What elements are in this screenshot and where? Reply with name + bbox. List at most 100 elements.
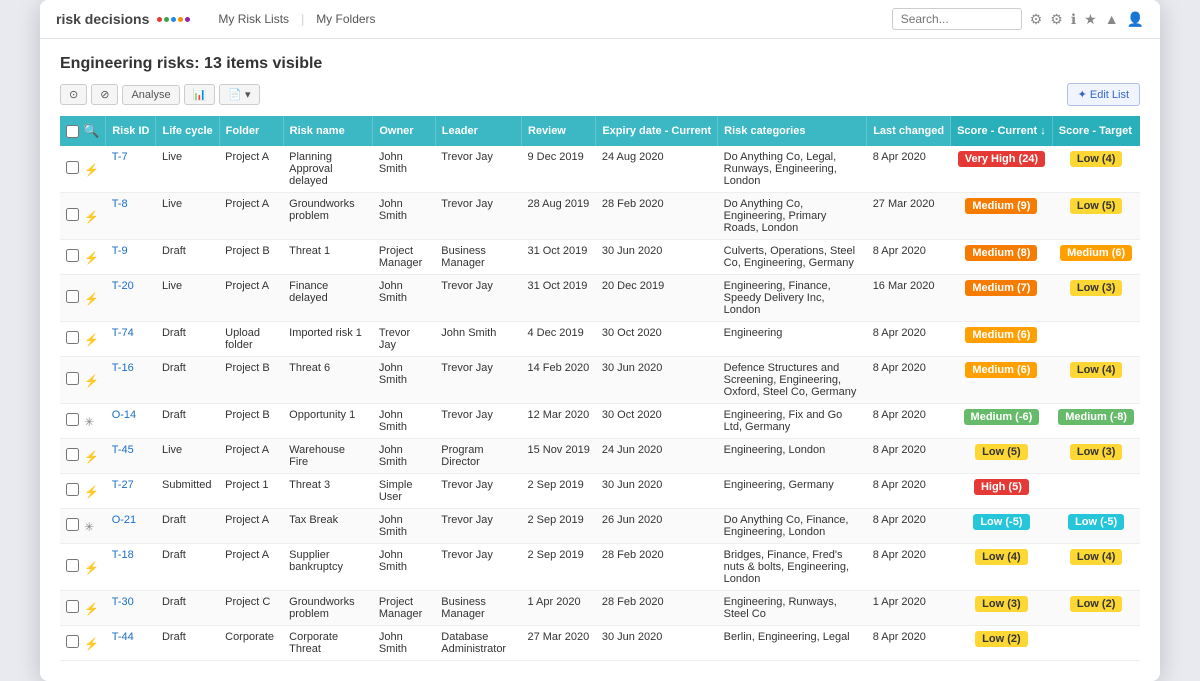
star-icon[interactable]: ★ bbox=[1084, 11, 1097, 28]
row-checkbox[interactable] bbox=[66, 249, 79, 262]
nav-my-folders[interactable]: My Folders bbox=[316, 12, 375, 26]
row-lifecycle: Draft bbox=[156, 357, 219, 404]
th-search-icon[interactable]: 🔍 bbox=[83, 123, 99, 139]
score-target-badge: Low (4) bbox=[1070, 362, 1123, 378]
toolbar-btn-no-circle[interactable]: ⊘ bbox=[91, 84, 118, 105]
row-folder: Project B bbox=[219, 404, 283, 439]
row-id: T-16 bbox=[106, 357, 156, 404]
table-row: ⚡ T-74 Draft Upload folder Imported risk… bbox=[60, 322, 1140, 357]
logo-dot-red bbox=[157, 17, 162, 22]
edit-list-button[interactable]: ✦ Edit List bbox=[1067, 83, 1140, 106]
row-score-current: Medium (-6) bbox=[951, 404, 1053, 439]
row-folder: Project B bbox=[219, 357, 283, 404]
row-last-changed: 8 Apr 2020 bbox=[867, 146, 951, 193]
row-leader: Trevor Jay bbox=[435, 404, 521, 439]
logo-dot-blue bbox=[171, 17, 176, 22]
row-checkbox[interactable] bbox=[66, 518, 79, 531]
row-owner: John Smith bbox=[373, 146, 435, 193]
row-score-target bbox=[1052, 626, 1140, 661]
row-checkbox-cell: ✳ bbox=[60, 509, 106, 544]
row-score-target: Low (4) bbox=[1052, 357, 1140, 404]
row-folder: Project A bbox=[219, 193, 283, 240]
row-owner: Project Manager bbox=[373, 240, 435, 275]
row-last-changed: 8 Apr 2020 bbox=[867, 626, 951, 661]
toolbar-btn-doc[interactable]: 📄 ▾ bbox=[219, 84, 259, 105]
row-icon: ⚡ bbox=[84, 450, 99, 464]
row-id: T-8 bbox=[106, 193, 156, 240]
row-id: T-74 bbox=[106, 322, 156, 357]
table-row: ⚡ T-27 Submitted Project 1 Threat 3 Simp… bbox=[60, 474, 1140, 509]
settings-icon[interactable]: ⚙ bbox=[1030, 11, 1043, 28]
row-last-changed: 8 Apr 2020 bbox=[867, 439, 951, 474]
row-checkbox-cell: ⚡ bbox=[60, 240, 106, 275]
row-lifecycle: Draft bbox=[156, 544, 219, 591]
gear-icon[interactable]: ⚙ bbox=[1050, 11, 1063, 28]
row-score-current: Medium (7) bbox=[951, 275, 1053, 322]
score-current-badge: Low (3) bbox=[975, 596, 1028, 612]
row-expiry: 30 Jun 2020 bbox=[596, 626, 718, 661]
th-checkbox: 🔍 bbox=[60, 116, 106, 146]
th-folder: Folder bbox=[219, 116, 283, 146]
search-input[interactable] bbox=[892, 8, 1022, 30]
row-checkbox[interactable] bbox=[66, 483, 79, 496]
table-row: ⚡ T-7 Live Project A Planning Approval d… bbox=[60, 146, 1140, 193]
row-id: T-45 bbox=[106, 439, 156, 474]
row-checkbox-cell: ⚡ bbox=[60, 275, 106, 322]
toolbar-btn-circle[interactable]: ⊙ bbox=[60, 84, 87, 105]
row-checkbox[interactable] bbox=[66, 635, 79, 648]
th-lifecycle: Life cycle bbox=[156, 116, 219, 146]
row-review: 2 Sep 2019 bbox=[521, 474, 595, 509]
row-checkbox[interactable] bbox=[66, 413, 79, 426]
score-target-badge: Low (4) bbox=[1070, 151, 1123, 167]
row-last-changed: 27 Mar 2020 bbox=[867, 193, 951, 240]
row-name: Tax Break bbox=[283, 509, 373, 544]
row-last-changed: 16 Mar 2020 bbox=[867, 275, 951, 322]
row-review: 1 Apr 2020 bbox=[521, 591, 595, 626]
th-score-current[interactable]: Score - Current ↓ bbox=[951, 116, 1053, 146]
row-checkbox[interactable] bbox=[66, 600, 79, 613]
toolbar-btn-analyse[interactable]: Analyse bbox=[122, 85, 179, 105]
info-icon[interactable]: ℹ bbox=[1071, 11, 1076, 28]
row-folder: Upload folder bbox=[219, 322, 283, 357]
row-icon: ⚡ bbox=[84, 163, 99, 177]
table-row: ⚡ T-18 Draft Project A Supplier bankrupt… bbox=[60, 544, 1140, 591]
row-leader: Trevor Jay bbox=[435, 474, 521, 509]
row-checkbox[interactable] bbox=[66, 559, 79, 572]
th-owner: Owner bbox=[373, 116, 435, 146]
row-id: T-27 bbox=[106, 474, 156, 509]
row-lifecycle: Draft bbox=[156, 591, 219, 626]
row-folder: Project C bbox=[219, 591, 283, 626]
row-score-target bbox=[1052, 322, 1140, 357]
row-folder: Project A bbox=[219, 439, 283, 474]
row-lifecycle: Draft bbox=[156, 509, 219, 544]
row-checkbox[interactable] bbox=[66, 331, 79, 344]
row-id: T-44 bbox=[106, 626, 156, 661]
row-review: 31 Oct 2019 bbox=[521, 275, 595, 322]
row-last-changed: 8 Apr 2020 bbox=[867, 474, 951, 509]
row-last-changed: 8 Apr 2020 bbox=[867, 544, 951, 591]
row-leader: Database Administrator bbox=[435, 626, 521, 661]
row-expiry: 30 Jun 2020 bbox=[596, 474, 718, 509]
row-name: Imported risk 1 bbox=[283, 322, 373, 357]
select-all-checkbox[interactable] bbox=[66, 125, 79, 138]
row-icon: ⚡ bbox=[84, 333, 99, 347]
logo-dots bbox=[157, 17, 190, 22]
user-icon[interactable]: 👤 bbox=[1127, 11, 1144, 28]
row-owner: Trevor Jay bbox=[373, 322, 435, 357]
nav-my-risk-lists[interactable]: My Risk Lists bbox=[218, 12, 289, 26]
row-checkbox[interactable] bbox=[66, 290, 79, 303]
row-checkbox[interactable] bbox=[66, 448, 79, 461]
row-owner: John Smith bbox=[373, 404, 435, 439]
row-leader: Trevor Jay bbox=[435, 544, 521, 591]
row-checkbox[interactable] bbox=[66, 372, 79, 385]
score-current-badge: High (5) bbox=[974, 479, 1029, 495]
row-checkbox[interactable] bbox=[66, 161, 79, 174]
row-review: 2 Sep 2019 bbox=[521, 544, 595, 591]
row-checkbox[interactable] bbox=[66, 208, 79, 221]
row-review: 15 Nov 2019 bbox=[521, 439, 595, 474]
toolbar-btn-chart[interactable]: 📊 bbox=[184, 84, 216, 105]
th-review: Review bbox=[521, 116, 595, 146]
row-lifecycle: Live bbox=[156, 439, 219, 474]
bell-icon[interactable]: ▲ bbox=[1105, 11, 1119, 27]
row-score-current: Medium (8) bbox=[951, 240, 1053, 275]
